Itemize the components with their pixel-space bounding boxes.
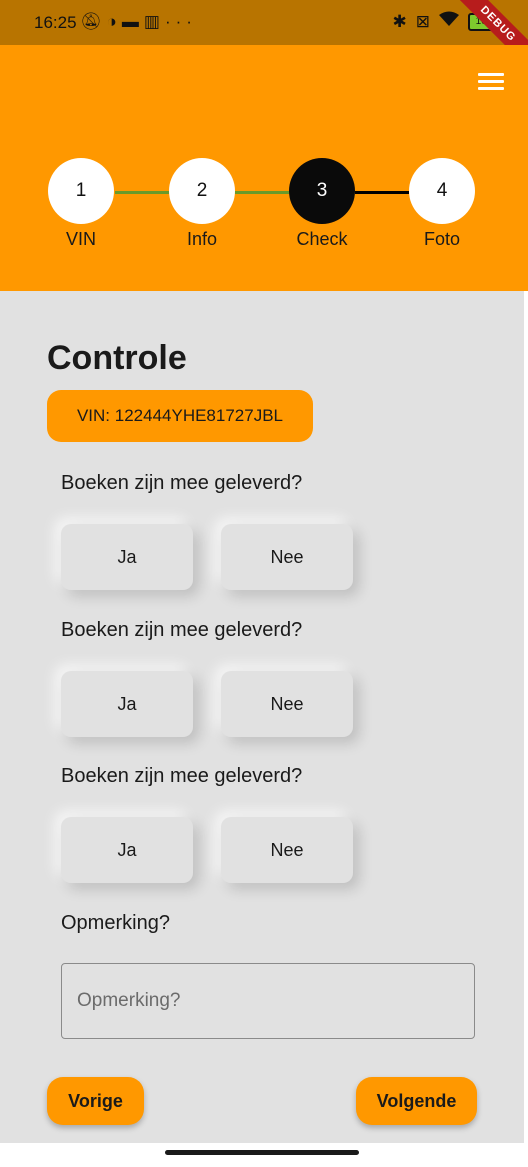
step-circle: 1 (48, 158, 114, 224)
step-connector-3 (355, 191, 409, 194)
no-button-3[interactable]: Nee (221, 817, 353, 883)
status-bar: 16:25 🔕︎◑▬▥··· ✱ ⊠ 100 DEBUG (0, 0, 528, 74)
more-icon: ··· (164, 12, 197, 31)
progress-stepper: 1 VIN 2 Info 3 Check 4 Foto (0, 158, 528, 258)
step-circle: 4 (409, 158, 475, 224)
vin-chip: VIN: 122444YHE81727JBL (47, 390, 313, 442)
status-time: 16:25 (34, 13, 77, 32)
notifications-off-icon: 🔕︎ (80, 12, 107, 31)
step-vin[interactable]: 1 VIN (48, 158, 114, 250)
vpn-icon: ◑ (106, 12, 122, 31)
yes-button-2[interactable]: Ja (61, 671, 193, 737)
step-foto[interactable]: 4 Foto (409, 158, 475, 250)
remark-label: Opmerking? (61, 912, 170, 934)
question-label-1: Boeken zijn mee geleverd? (61, 472, 303, 494)
step-label: Info (186, 229, 218, 249)
home-indicator[interactable] (165, 1150, 359, 1155)
app-header: 1 VIN 2 Info 3 Check 4 Foto (0, 45, 528, 291)
next-button[interactable]: Volgende (356, 1077, 477, 1125)
step-circle: 2 (169, 158, 235, 224)
step-circle-active: 3 (289, 158, 355, 224)
wifi-icon (439, 11, 459, 32)
page-title: Controle (47, 339, 187, 377)
status-left-icons: 🔕︎◑▬▥··· (80, 12, 197, 32)
no-button-2[interactable]: Nee (221, 671, 353, 737)
main-content: Controle VIN: 122444YHE81727JBL Boeken z… (0, 291, 524, 1143)
step-check[interactable]: 3 Check (289, 158, 355, 250)
trash-icon: ▥ (143, 12, 165, 31)
question-label-3: Boeken zijn mee geleverd? (61, 765, 303, 787)
previous-button[interactable]: Vorige (47, 1077, 144, 1125)
question-label-2: Boeken zijn mee geleverd? (61, 619, 303, 641)
no-button-1[interactable]: Nee (221, 524, 353, 590)
remark-input[interactable] (61, 963, 475, 1039)
step-label: Check (296, 229, 348, 249)
step-label: VIN (65, 229, 96, 249)
hamburger-menu-icon[interactable] (478, 73, 504, 91)
yes-button-3[interactable]: Ja (61, 817, 193, 883)
step-connector-1 (115, 191, 169, 194)
step-label: Foto (423, 229, 461, 249)
cast-icon: ▬ (121, 12, 144, 31)
yes-button-1[interactable]: Ja (61, 524, 193, 590)
step-info[interactable]: 2 Info (169, 158, 235, 250)
no-sim-icon: ⊠ (415, 11, 430, 31)
step-connector-2 (235, 191, 289, 194)
bluetooth-icon: ✱ (392, 11, 407, 31)
